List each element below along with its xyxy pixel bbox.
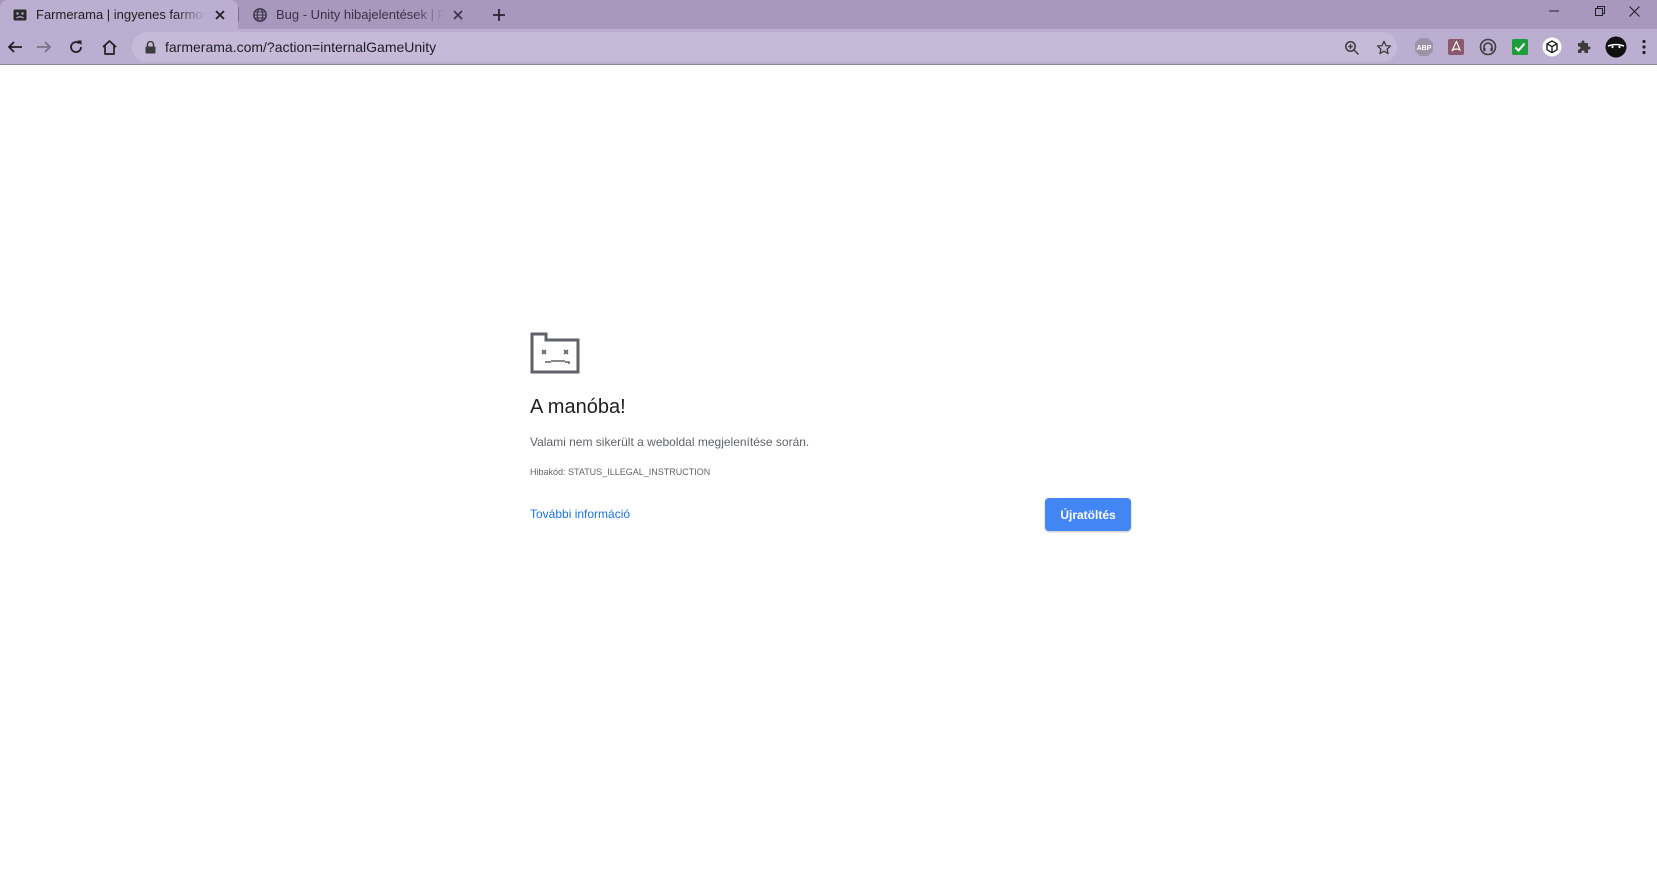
url-text[interactable]: farmerama.com/?action=internalGameUnity — [165, 39, 436, 55]
tab-bug-report[interactable]: Bug - Unity hibajelentések | Farmerama — [240, 0, 476, 29]
tab-farmerama[interactable]: Farmerama | ingyenes farmos játék — [0, 0, 238, 29]
error-description: Valami nem sikerült a weboldal megjelení… — [530, 435, 810, 449]
tab-separator — [238, 7, 239, 22]
abp-label: ABP — [1417, 45, 1432, 52]
tab-title: Bug - Unity hibajelentések | Farmerama — [276, 7, 444, 22]
checkmark-extension-icon[interactable] — [1510, 37, 1530, 57]
plus-icon — [492, 8, 506, 22]
home-button[interactable] — [94, 32, 124, 62]
browser-toolbar: farmerama.com/?action=internalGameUnity … — [0, 29, 1657, 65]
reload-icon — [68, 39, 84, 55]
new-tab-button[interactable] — [486, 2, 512, 28]
back-button[interactable] — [0, 32, 30, 62]
profile-avatar-icon[interactable] — [1605, 36, 1627, 58]
tab-strip: Farmerama | ingyenes farmos játék Bug - … — [0, 0, 1657, 29]
adblock-plus-icon[interactable]: ABP — [1414, 37, 1434, 57]
farmerama-favicon-icon — [12, 7, 28, 23]
cube-extension-icon[interactable] — [1542, 37, 1562, 57]
globe-icon — [252, 7, 268, 23]
reload-page-button[interactable]: Újratöltés — [1045, 498, 1131, 531]
back-arrow-icon — [7, 39, 23, 55]
home-icon — [101, 39, 118, 55]
headset-extension-icon[interactable] — [1478, 37, 1498, 57]
sad-tab-icon — [530, 332, 580, 374]
tab-close-icon[interactable] — [212, 7, 228, 23]
minimize-button[interactable] — [1531, 0, 1577, 22]
more-info-link[interactable]: További információ — [530, 507, 630, 521]
bookmark-star-icon[interactable] — [1375, 39, 1393, 57]
pdf-extension-icon[interactable] — [1446, 37, 1466, 57]
forward-arrow-icon — [36, 39, 52, 55]
reload-button[interactable] — [61, 32, 91, 62]
window-close-button[interactable] — [1611, 0, 1657, 22]
menu-kebab-icon[interactable] — [1637, 37, 1651, 57]
zoom-icon[interactable] — [1343, 39, 1361, 57]
restore-icon — [1595, 6, 1605, 16]
puzzle-extensions-icon[interactable] — [1574, 37, 1594, 57]
minimize-icon — [1549, 6, 1559, 16]
error-code: Hibakód: STATUS_ILLEGAL_INSTRUCTION — [530, 467, 711, 477]
tab-title: Farmerama | ingyenes farmos játék — [36, 7, 206, 22]
address-bar[interactable]: farmerama.com/?action=internalGameUnity — [132, 32, 1397, 62]
tab-close-icon[interactable] — [450, 7, 466, 23]
close-icon — [1628, 5, 1640, 17]
error-title: A manóba! — [530, 396, 626, 418]
forward-button[interactable] — [29, 32, 59, 62]
lock-icon[interactable] — [142, 39, 158, 55]
